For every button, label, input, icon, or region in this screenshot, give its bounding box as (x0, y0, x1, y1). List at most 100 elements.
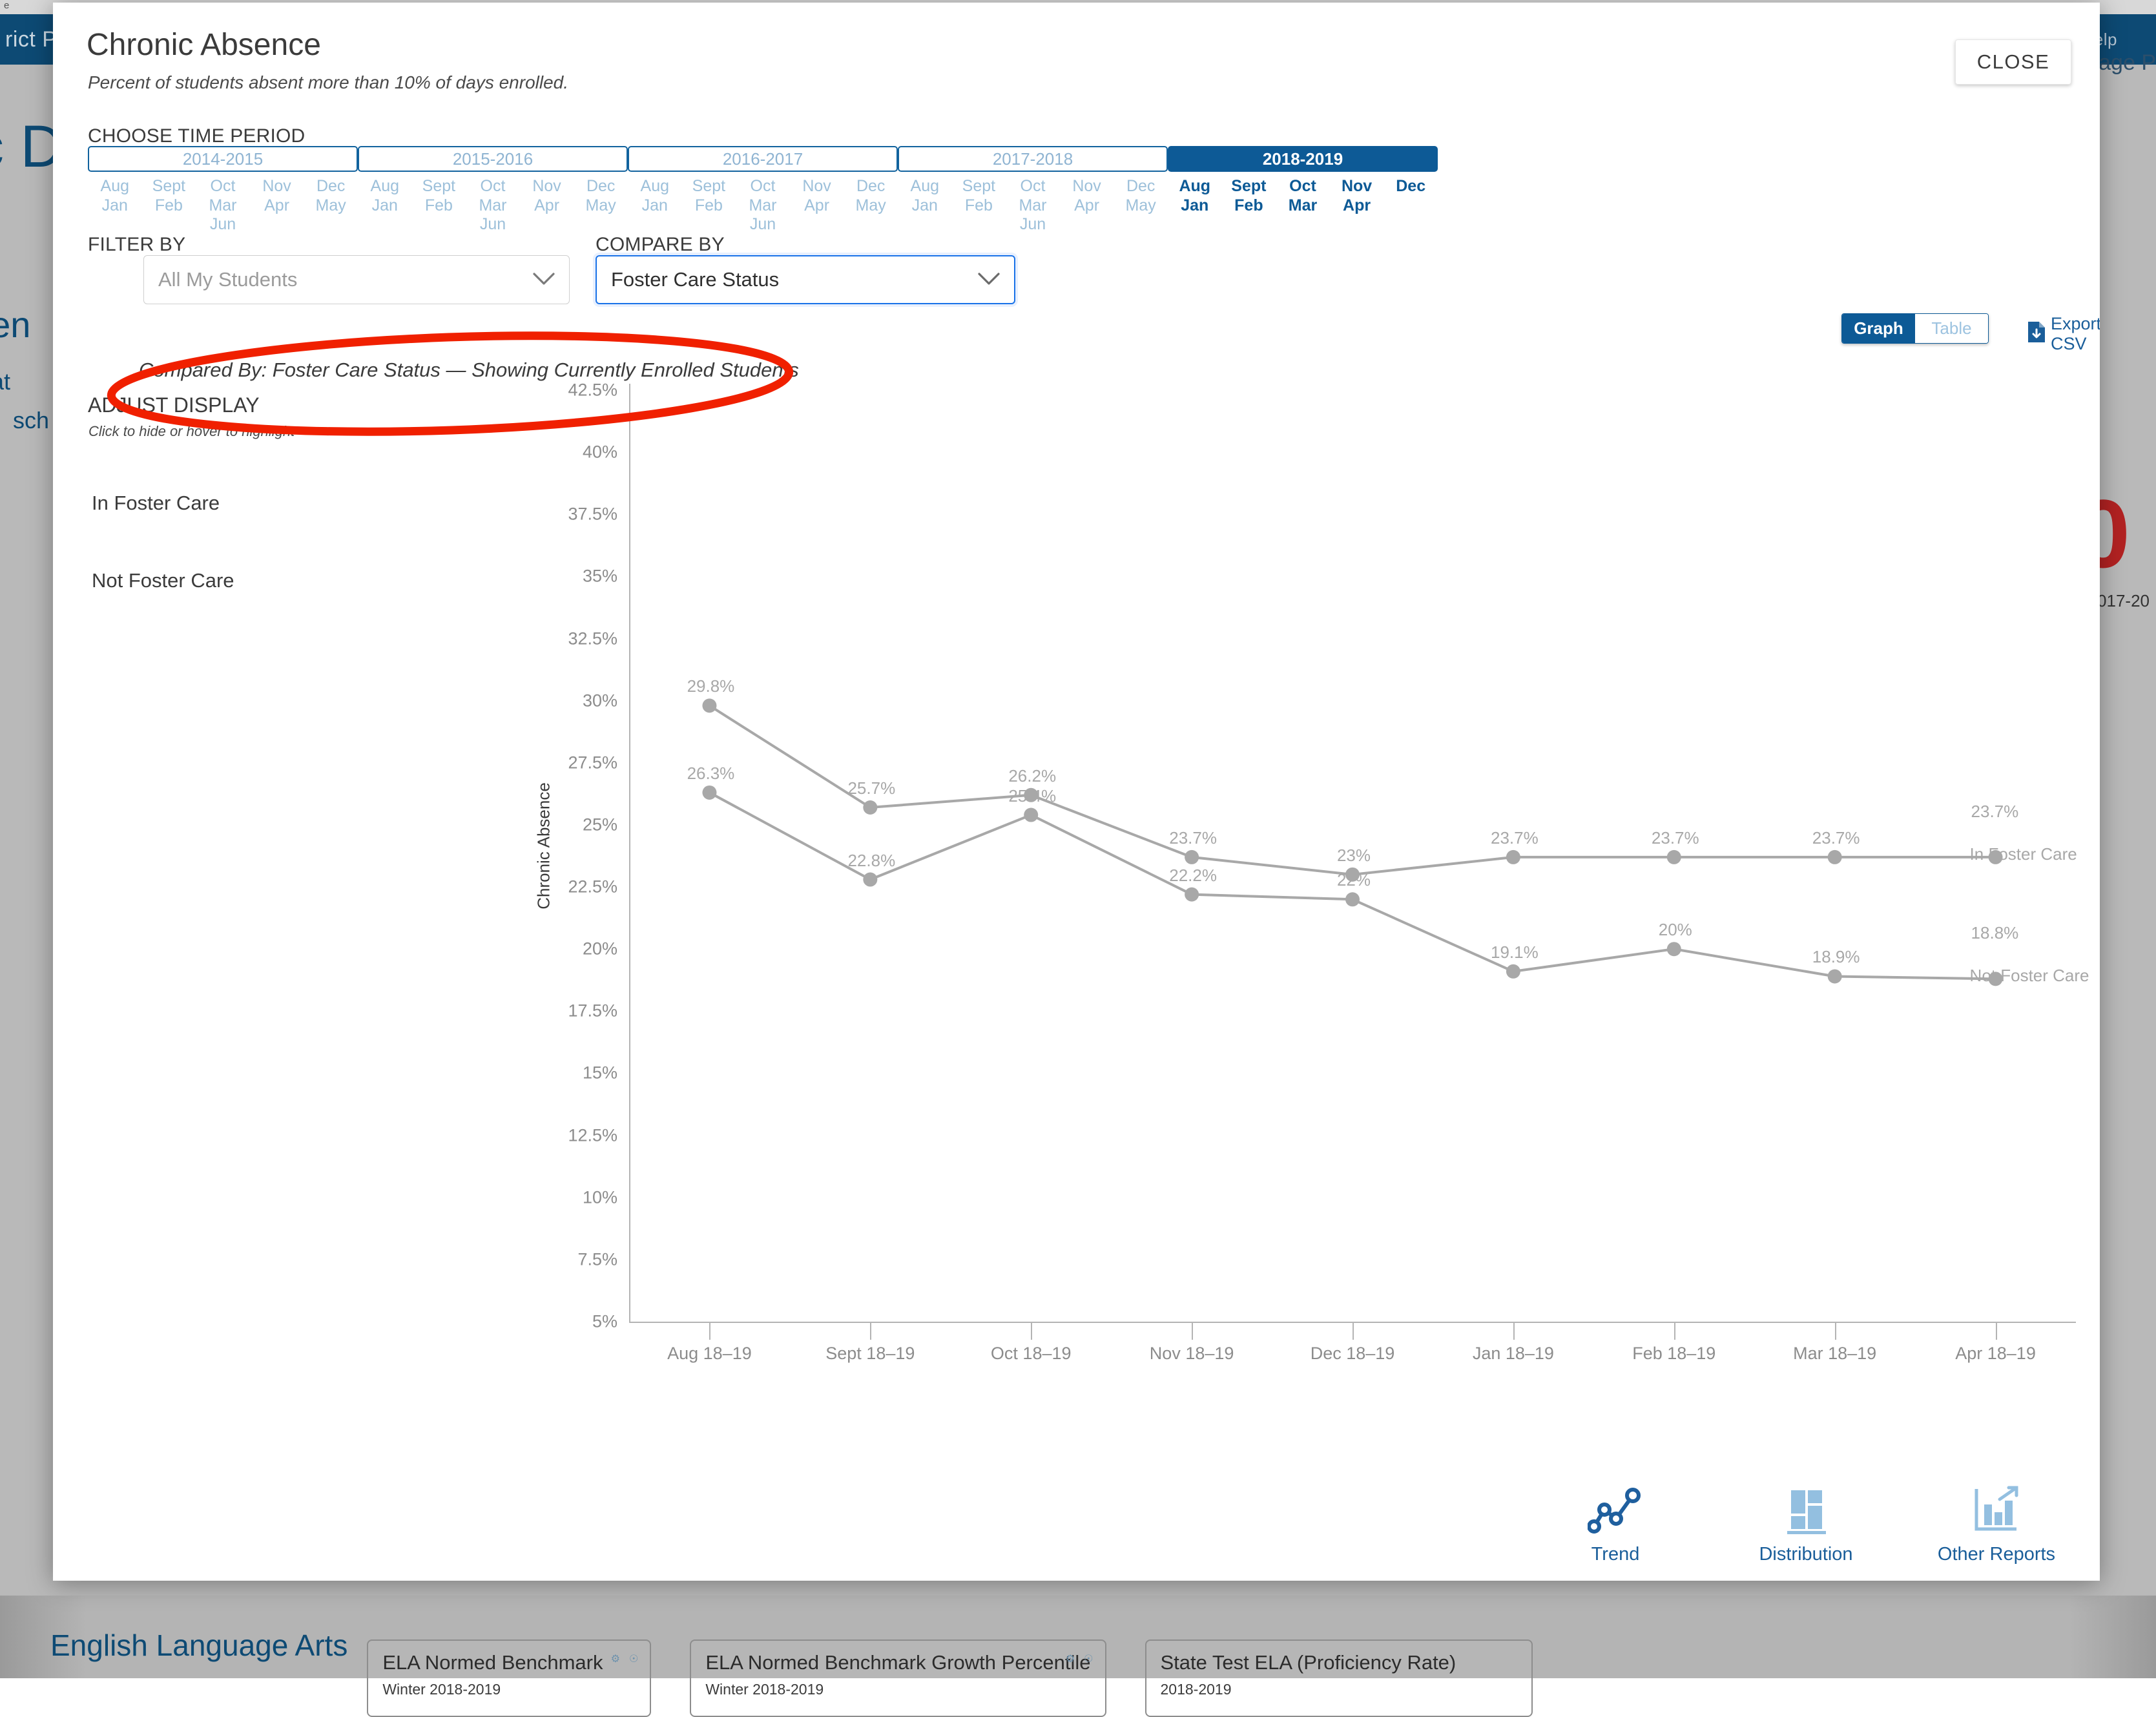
month-dec[interactable]: Dec (844, 177, 898, 196)
data-point[interactable] (863, 800, 878, 815)
month-sept[interactable]: Sept (142, 177, 196, 196)
month-oct[interactable]: Oct (196, 177, 250, 196)
background-card[interactable]: ELA Normed Benchmark Winter 2018-2019 ⚙ … (367, 1639, 652, 1717)
data-point[interactable] (1185, 849, 1199, 864)
month-column[interactable]: Dec May (844, 177, 898, 234)
month-feb[interactable]: Feb (682, 196, 736, 216)
month-column[interactable]: Dec May (1114, 177, 1168, 234)
month-mar[interactable]: Mar (1276, 196, 1330, 216)
month-oct[interactable]: Oct (1276, 177, 1330, 196)
data-point[interactable] (1185, 887, 1199, 902)
time-period-2014-2015[interactable]: 2014-2015 Aug Jan Sept Feb Oct Mar Jun Nov Apr Dec… (88, 146, 358, 234)
month-column[interactable]: Oct Mar Jun (1006, 177, 1060, 234)
footer-action-distribution[interactable]: Distribution (1741, 1484, 1871, 1565)
footer-action-trend[interactable]: Trend (1551, 1484, 1680, 1565)
month-aug[interactable]: Aug (898, 177, 952, 196)
month-mar[interactable]: Mar (1006, 196, 1060, 216)
month-jan[interactable]: Jan (628, 196, 682, 216)
month-dec[interactable]: Dec (1114, 177, 1168, 196)
time-period-year-label[interactable]: 2014-2015 (88, 146, 358, 172)
month-aug[interactable]: Aug (88, 177, 142, 196)
month-column[interactable]: Oct Mar Jun (196, 177, 250, 234)
month-column[interactable]: Nov Apr (1060, 177, 1114, 234)
month-may[interactable]: May (1114, 196, 1168, 216)
month-apr[interactable]: Apr (520, 196, 574, 216)
month-column[interactable]: Sept Feb (1222, 177, 1276, 215)
month-jun[interactable]: Jun (1006, 215, 1060, 234)
view-toggle[interactable]: Graph Table (1841, 313, 1989, 344)
month-nov[interactable]: Nov (520, 177, 574, 196)
month-oct[interactable]: Oct (1006, 177, 1060, 196)
export-csv-button[interactable]: Export CSV (2026, 314, 2100, 354)
month-feb[interactable]: Feb (1222, 196, 1276, 216)
time-period-2017-2018[interactable]: 2017-2018 Aug Jan Sept Feb Oct Mar Jun Nov Apr Dec… (898, 146, 1168, 234)
month-nov[interactable]: Nov (250, 177, 304, 196)
month-nov[interactable]: Nov (1060, 177, 1114, 196)
time-period-2018-2019[interactable]: 2018-2019 Aug Jan Sept Feb Oct Mar Nov Apr Dec (1168, 146, 1438, 234)
background-right-button[interactable]: age P (2099, 50, 2156, 76)
month-jun[interactable]: Jun (196, 215, 250, 234)
background-card[interactable]: State Test ELA (Proficiency Rate) 2018-2… (1145, 1639, 1533, 1717)
data-point[interactable] (1506, 964, 1520, 979)
month-column[interactable]: Sept Feb (412, 177, 466, 234)
month-oct[interactable]: Oct (466, 177, 520, 196)
month-apr[interactable]: Apr (250, 196, 304, 216)
time-period-year-label[interactable]: 2017-2018 (898, 146, 1168, 172)
time-period-selector[interactable]: 2014-2015 Aug Jan Sept Feb Oct Mar Jun Nov Apr Dec… (88, 146, 1438, 234)
month-column[interactable]: Oct Mar Jun (736, 177, 790, 234)
month-sept[interactable]: Sept (1222, 177, 1276, 196)
month-apr[interactable]: Apr (1060, 196, 1114, 216)
month-column[interactable]: Sept Feb (142, 177, 196, 234)
tab-graph[interactable]: Graph (1842, 314, 1915, 343)
month-aug[interactable]: Aug (1168, 177, 1222, 196)
data-point[interactable] (1024, 807, 1039, 822)
background-card[interactable]: ELA Normed Benchmark Growth Percentile W… (690, 1639, 1106, 1717)
month-column[interactable]: Aug Jan (898, 177, 952, 234)
close-button[interactable]: CLOSE (1955, 39, 2071, 85)
month-column[interactable]: Dec May (574, 177, 628, 234)
gear-icon[interactable]: ⚙ (1066, 1652, 1075, 1665)
month-column[interactable]: Aug Jan (88, 177, 142, 234)
month-sept[interactable]: Sept (412, 177, 466, 196)
month-column[interactable]: Aug Jan (358, 177, 412, 234)
month-feb[interactable]: Feb (952, 196, 1006, 216)
legend-item-in-foster-care[interactable]: In Foster Care (92, 492, 220, 515)
month-jan[interactable]: Jan (898, 196, 952, 216)
footer-actions[interactable]: Trend Distribution Other Reports (1551, 1484, 2061, 1565)
card-icons[interactable]: ⚙ ☉ (611, 1652, 639, 1665)
legend-item-not-foster-care[interactable]: Not Foster Care (92, 569, 234, 592)
compare-by-select[interactable]: Foster Care Status (596, 255, 1015, 304)
month-dec[interactable]: Dec (1384, 177, 1438, 196)
month-column[interactable]: Nov Apr (1330, 177, 1384, 215)
time-period-2016-2017[interactable]: 2016-2017 Aug Jan Sept Feb Oct Mar Jun Nov Apr Dec… (628, 146, 898, 234)
month-column[interactable]: Nov Apr (790, 177, 844, 234)
data-point[interactable] (1506, 849, 1520, 864)
month-column[interactable]: Aug Jan (628, 177, 682, 234)
month-column[interactable]: Sept Feb (682, 177, 736, 234)
month-jun[interactable]: Jun (466, 215, 520, 234)
month-may[interactable]: May (574, 196, 628, 216)
tab-table[interactable]: Table (1915, 314, 1988, 343)
month-apr[interactable]: Apr (790, 196, 844, 216)
month-feb[interactable]: Feb (142, 196, 196, 216)
download-icon[interactable]: ☉ (1084, 1652, 1093, 1665)
data-point[interactable] (1827, 849, 1842, 864)
data-point[interactable] (863, 872, 878, 887)
card-icons[interactable]: ⚙ ☉ (1066, 1652, 1094, 1665)
footer-action-other-reports[interactable]: Other Reports (1932, 1484, 2061, 1565)
month-nov[interactable]: Nov (1330, 177, 1384, 196)
data-point[interactable] (702, 785, 717, 800)
data-point[interactable] (702, 698, 717, 713)
time-period-year-label[interactable]: 2018-2019 (1168, 146, 1438, 172)
month-column[interactable]: Oct Mar (1276, 177, 1330, 215)
month-mar[interactable]: Mar (466, 196, 520, 216)
month-column[interactable]: Oct Mar Jun (466, 177, 520, 234)
month-dec[interactable]: Dec (574, 177, 628, 196)
month-oct[interactable]: Oct (736, 177, 790, 196)
data-point[interactable] (1345, 892, 1360, 907)
data-point[interactable] (1666, 849, 1681, 864)
month-may[interactable]: May (844, 196, 898, 216)
month-sept[interactable]: Sept (952, 177, 1006, 196)
month-column[interactable]: Dec (1384, 177, 1438, 215)
month-mar[interactable]: Mar (736, 196, 790, 216)
